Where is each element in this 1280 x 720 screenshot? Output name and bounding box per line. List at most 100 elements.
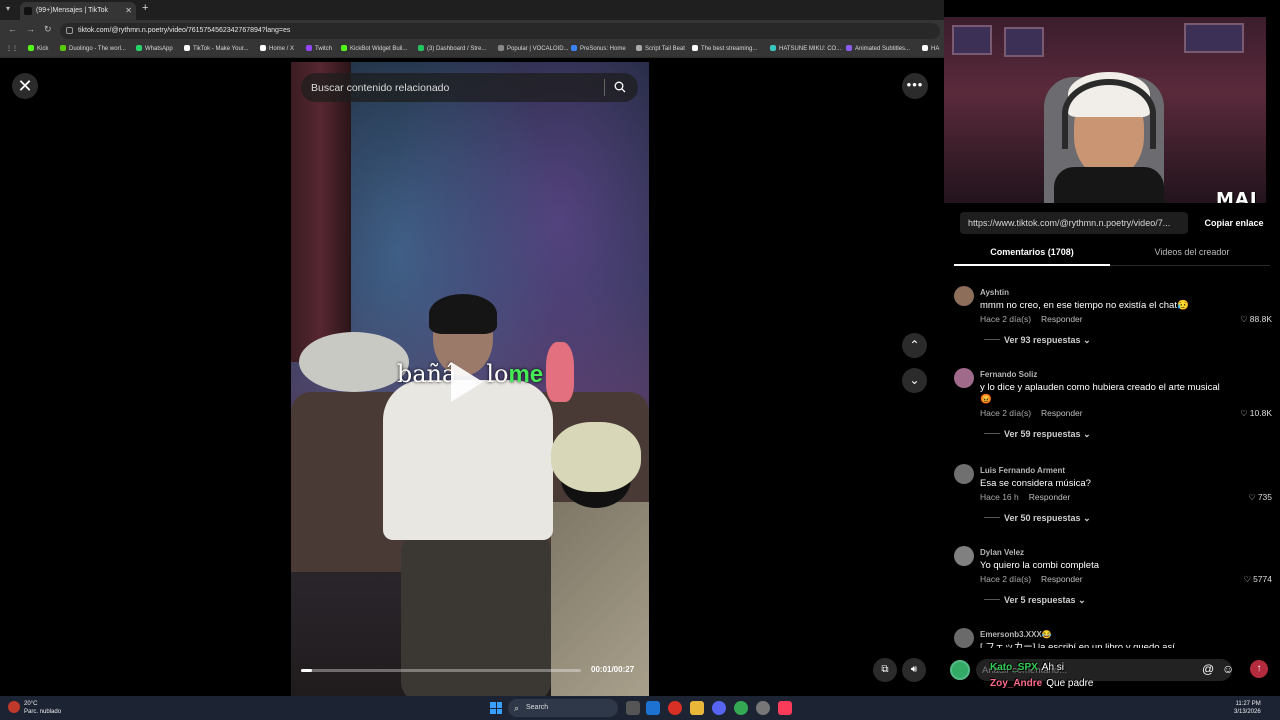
taskbar-search[interactable]: Search	[508, 699, 618, 717]
copy-link-button[interactable]: Copiar enlace	[1190, 212, 1278, 234]
search-icon[interactable]	[614, 81, 626, 93]
forward-icon[interactable]: →	[26, 24, 35, 34]
tab-close-icon[interactable]: ✕	[125, 2, 132, 20]
picture-in-picture-icon[interactable]: ⧉	[873, 658, 897, 682]
reply-button[interactable]: Responder	[1041, 314, 1083, 324]
bookmark-item[interactable]: PreSonus: Home	[571, 45, 626, 52]
back-icon[interactable]: ←	[8, 24, 17, 34]
file-explorer-icon[interactable]	[690, 701, 704, 715]
comment-meta: Hace 2 día(s) Responder	[980, 408, 1083, 418]
weather-condition: Parc. nublado	[24, 709, 62, 715]
taskbar-clock[interactable]: 11:27 PM 3/13/2026	[1234, 700, 1261, 716]
edge-icon[interactable]	[646, 701, 660, 715]
music-app-icon[interactable]	[778, 701, 792, 715]
share-url[interactable]: https://www.tiktok.com/@rythmn.n.poetry/…	[960, 212, 1188, 234]
bookmark-item[interactable]: Kick	[28, 45, 48, 52]
mention-icon[interactable]: @	[1202, 662, 1214, 676]
tab-comments[interactable]: Comentarios (1708)	[954, 242, 1110, 266]
comment-meta: Hace 2 día(s) Responder	[980, 574, 1083, 584]
bookmark-item[interactable]: KickBot Widget Buil...	[341, 45, 407, 52]
view-replies-button[interactable]: Ver 59 respuestas ⌄	[984, 429, 1091, 440]
video-player[interactable]: bañá lome	[291, 62, 649, 696]
comment-text: y lo dice y aplauden como hubiera creado…	[980, 382, 1220, 405]
url-field[interactable]: tiktok.com/@rythmn.n.poetry/video/761575…	[60, 23, 940, 39]
bookmark-item[interactable]: Home / X	[260, 45, 294, 52]
previous-video-icon[interactable]: ⌃	[902, 333, 927, 358]
comment-avatar[interactable]	[954, 286, 974, 306]
video-scene-curtain	[291, 62, 351, 362]
comment-username[interactable]: Fernando Soliz	[980, 370, 1037, 379]
reload-icon[interactable]: ↻	[44, 24, 52, 35]
bookmark-favicon-icon	[770, 45, 776, 51]
bookmark-label: Animated Subtitles...	[855, 46, 911, 52]
more-options-icon[interactable]: •••	[902, 73, 928, 99]
user-avatar[interactable]	[950, 660, 970, 680]
comment-likes[interactable]: ♡ 735	[1248, 492, 1272, 503]
bookmark-item[interactable]: Script Tail Beat	[636, 45, 685, 52]
comment-username[interactable]: Emersonb3.XXX😂	[980, 630, 1052, 639]
comment-likes[interactable]: ♡ 5774	[1243, 574, 1272, 585]
new-tab-icon[interactable]: +	[142, 2, 148, 14]
volume-icon[interactable]: 🔊︎	[902, 658, 926, 682]
comment-likes[interactable]: ♡ 10.8K	[1240, 408, 1272, 419]
play-icon[interactable]	[451, 362, 483, 402]
bookmark-item[interactable]: Animated Subtitles...	[846, 45, 910, 52]
bookmark-item[interactable]: Popular | VOCALOID...	[498, 45, 569, 52]
windows-start-icon[interactable]	[490, 702, 502, 714]
webcam-poster	[1004, 27, 1044, 57]
chrome-active-icon[interactable]	[734, 701, 748, 715]
heart-icon: ♡	[1248, 492, 1256, 502]
comment-avatar[interactable]	[954, 546, 974, 566]
comment-avatar[interactable]	[954, 628, 974, 648]
comment-username[interactable]: Dylan Velez	[980, 548, 1024, 557]
send-icon[interactable]: ↑	[1250, 660, 1268, 678]
clock-time: 11:27 PM	[1235, 701, 1261, 707]
caption-part-1: bañá	[396, 360, 457, 388]
comment-likes[interactable]: ♡ 88.8K	[1240, 314, 1272, 325]
chrome-icon[interactable]	[668, 701, 682, 715]
comment-text: Esa se considera música?	[980, 478, 1091, 489]
bookmark-item[interactable]: Twitch	[306, 45, 332, 52]
bookmark-label: HA	[931, 46, 940, 52]
webcam-label: MAI	[1216, 189, 1258, 203]
view-replies-button[interactable]: Ver 93 respuestas ⌄	[984, 335, 1091, 346]
bookmark-item[interactable]: TikTok - Make Your...	[184, 45, 248, 52]
comment-username[interactable]: Luis Fernando Arment	[980, 466, 1065, 475]
webcam-poster	[1184, 23, 1244, 53]
tab-search-icon[interactable]: ▾	[6, 4, 10, 13]
bookmark-label: Kick	[37, 46, 49, 52]
view-replies-button[interactable]: Ver 5 respuestas ⌄	[984, 595, 1086, 606]
chat-message: Que padre	[1046, 678, 1094, 689]
settings-icon[interactable]	[756, 701, 770, 715]
video-progress-bar[interactable]	[301, 669, 581, 672]
bookmark-item[interactable]: HATSUNE MIKU: CO...	[770, 45, 841, 52]
chevron-down-icon: ⌄	[1078, 595, 1086, 605]
like-count: 735	[1257, 492, 1272, 502]
next-video-icon[interactable]: ⌄	[902, 368, 927, 393]
reply-button[interactable]: Responder	[1041, 408, 1083, 418]
close-icon[interactable]: ✕	[12, 73, 38, 99]
site-info-icon[interactable]	[66, 27, 73, 34]
view-replies-button[interactable]: Ver 50 respuestas ⌄	[984, 513, 1091, 524]
reply-button[interactable]: Responder	[1029, 492, 1071, 502]
bookmark-label: Home / X	[269, 46, 295, 52]
emoji-icon[interactable]: ☺	[1222, 662, 1234, 676]
discord-icon[interactable]	[712, 701, 726, 715]
comment-avatar[interactable]	[954, 368, 974, 388]
task-view-icon[interactable]	[626, 701, 640, 715]
bookmark-favicon-icon	[60, 45, 66, 51]
reply-button[interactable]: Responder	[1041, 574, 1083, 584]
bookmark-item[interactable]: Duolingo - The worl...	[60, 45, 126, 52]
bookmark-item[interactable]: WhatsApp	[136, 45, 173, 52]
video-progress-fill	[301, 669, 313, 672]
bookmark-item[interactable]: The best streaming...	[692, 45, 757, 52]
comment-username[interactable]: Ayshtin	[980, 288, 1009, 297]
related-search-input[interactable]	[311, 73, 601, 102]
bookmark-label: The best streaming...	[701, 46, 758, 52]
comment-avatar[interactable]	[954, 464, 974, 484]
tab-creator-videos[interactable]: Videos del creador	[1114, 242, 1270, 266]
bookmark-item[interactable]: HA	[922, 45, 939, 52]
bookmark-item[interactable]: (3) Dashboard / Stre...	[418, 45, 486, 52]
apps-grid-icon[interactable]: ⋮⋮	[6, 45, 18, 52]
browser-tab[interactable]: (99+)Mensajes | TikTok ✕	[20, 2, 136, 20]
